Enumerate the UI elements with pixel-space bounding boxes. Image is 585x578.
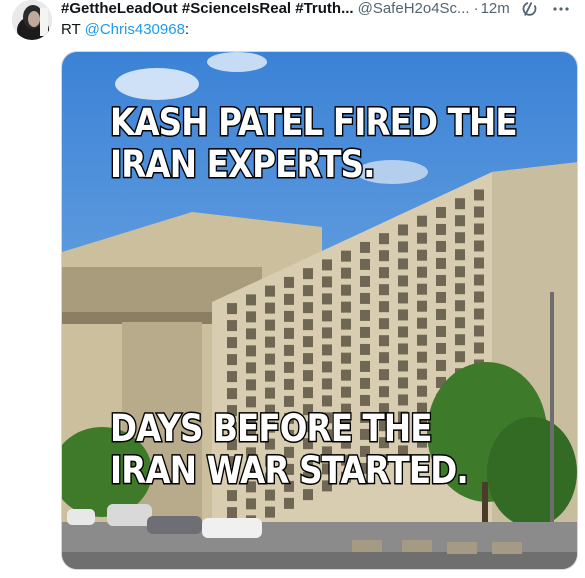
display-name[interactable]: #GettheLeadOut #ScienceIsReal #Truth... <box>61 0 354 18</box>
tweet-header: #GettheLeadOut #ScienceIsReal #Truth... … <box>61 0 581 18</box>
retweet-prefix: RT <box>61 21 81 38</box>
meme-bottom-line-1: DAYS BEFORE THE <box>109 406 434 451</box>
user-handle[interactable]: @SafeH2o4Sc... <box>358 0 470 18</box>
avatar[interactable] <box>12 0 52 40</box>
more-options-icon[interactable] <box>552 0 570 18</box>
meme-bottom-line-2: IRAN WAR STARTED. <box>109 448 470 493</box>
retweet-mention-link[interactable]: @Chris430968 <box>85 21 185 38</box>
tweet-text: RT @Chris430968: <box>61 20 189 40</box>
retweet-colon: : <box>184 21 190 38</box>
meme-caption-bottom: DAYS BEFORE THE IRAN WAR STARTED. <box>109 406 470 493</box>
tweet-media[interactable]: KASH PATEL FIRED THE IRAN EXPERTS. DAYS … <box>61 51 578 570</box>
meme-top-line-2: IRAN EXPERTS. <box>109 142 377 187</box>
timestamp[interactable]: 12m <box>481 0 510 18</box>
meme-top-line-1: KASH PATEL FIRED THE <box>109 100 519 145</box>
separator-dot: · <box>473 0 479 17</box>
avatar-image <box>12 0 52 40</box>
meme-caption-top: KASH PATEL FIRED THE IRAN EXPERTS. <box>109 100 519 187</box>
grok-icon[interactable] <box>520 0 538 18</box>
